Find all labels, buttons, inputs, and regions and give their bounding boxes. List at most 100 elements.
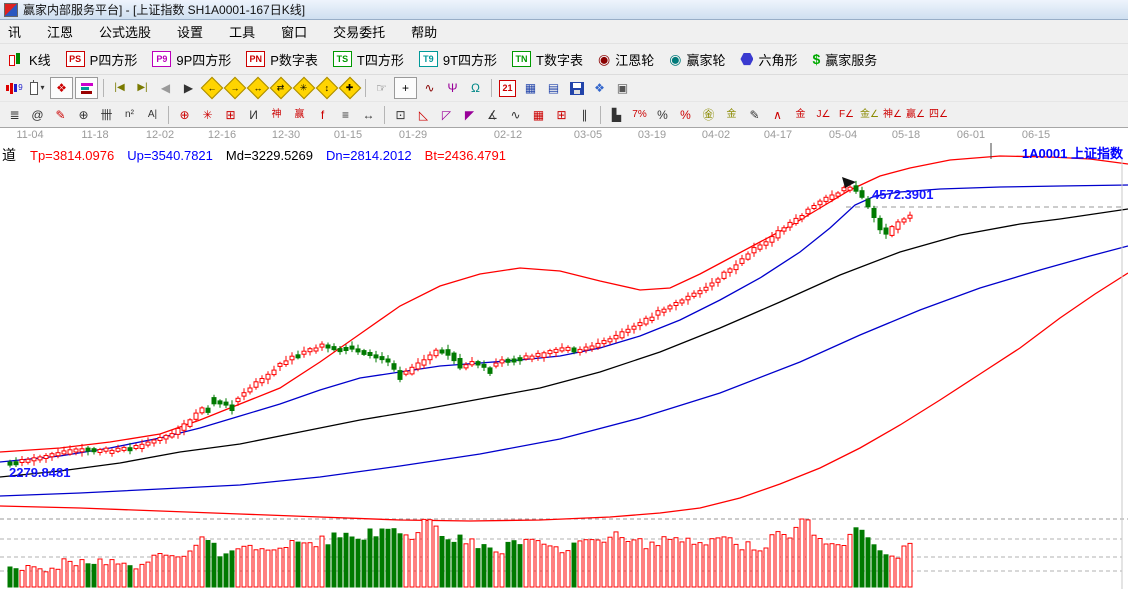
percent-line-icon[interactable]: 7% [629, 105, 650, 125]
flag-ruler-icon[interactable]: f [312, 105, 333, 125]
purple-tool-icon[interactable]: Ψ [442, 78, 463, 98]
angle-marks-icon[interactable]: И [243, 105, 264, 125]
winner-service-button[interactable]: $赢家服务 [812, 50, 877, 69]
compress-horizontal-icon[interactable]: ⇄ [270, 78, 291, 98]
hand-tool-icon[interactable]: ☞ [371, 78, 392, 98]
export-globe-icon[interactable]: ❖ [589, 78, 610, 98]
expand-vertical-icon[interactable]: ↕ [316, 78, 337, 98]
t-square-button[interactable]: TST四方形 [333, 50, 404, 69]
gold-red-icon[interactable]: 金 [790, 105, 811, 125]
indicator-values: 道Tp=3814.0976Up=3540.7821Md=3229.5269Dn=… [2, 145, 519, 165]
menu-item-2[interactable]: 公式选股 [97, 20, 153, 43]
gann-wheel-button[interactable]: ◉江恩轮 [598, 50, 654, 69]
t9-square-button[interactable]: T9 9T四方形 [419, 50, 497, 69]
n-squared-icon[interactable]: n² [119, 105, 140, 125]
toolbar-navigation: 9▾❖|◀▶|◀▶←→↔⇄✳↕✚☞+∿ΨΩ21▦▤❖▣ [0, 75, 1128, 102]
indicator-value-2: Md=3229.5269 [226, 148, 313, 163]
kline-button[interactable]: K线 [8, 50, 51, 69]
seek-first-icon[interactable]: |◀ [109, 78, 130, 98]
t9-square-button-label: 9T四方形 [443, 50, 497, 69]
axis-date-label: 01-29 [399, 129, 427, 141]
zigzag-icon[interactable]: ∿ [505, 105, 526, 125]
wave-levels-icon[interactable]: ∧ [767, 105, 788, 125]
menubar: 讯江恩公式选股设置工具窗口交易委托帮助 [0, 20, 1128, 44]
gold-circle-icon[interactable]: ㊎ [698, 105, 719, 125]
dial-ruler-icon[interactable]: ⊕ [73, 105, 94, 125]
menu-item-4[interactable]: 工具 [227, 20, 257, 43]
web-grid-icon[interactable]: ⊞ [220, 105, 241, 125]
ying-tool-icon[interactable]: 赢 [289, 105, 310, 125]
p-square-button[interactable]: PSP四方形 [66, 50, 138, 69]
shen-tool-icon[interactable]: 神 [266, 105, 287, 125]
angles-icon[interactable]: ∡ [482, 105, 503, 125]
candle-width-dropdown[interactable]: ▾ [27, 78, 48, 98]
shen-angle-icon[interactable]: 神∠ [882, 105, 903, 125]
si-angle-icon[interactable]: 四∠ [928, 105, 949, 125]
bars-9-icon[interactable]: 9 [4, 78, 25, 98]
menu-item-0[interactable]: 讯 [6, 20, 23, 43]
kline-chart[interactable] [0, 143, 1128, 589]
pan-right-icon[interactable]: → [224, 78, 245, 98]
gann-wheel-icon: ◉ [598, 52, 610, 66]
width-measure-icon[interactable]: ↔ [358, 105, 379, 125]
center-view-icon[interactable]: ✚ [339, 78, 360, 98]
ruler-icon[interactable]: ≣ [4, 105, 25, 125]
gann-circle-icon[interactable]: ⊕ [174, 105, 195, 125]
angle-line-tool-icon[interactable]: ∿ [419, 78, 440, 98]
p-number-table-button[interactable]: PNP数字表 [246, 50, 318, 69]
gold-levels-icon[interactable]: 金 [721, 105, 742, 125]
winner-wheel-button[interactable]: ◉赢家轮 [669, 50, 725, 69]
fan-box-fill-icon[interactable]: ◤ [459, 105, 480, 125]
menu-item-6[interactable]: 交易委托 [331, 20, 387, 43]
chart-area[interactable]: 道Tp=3814.0976Up=3540.7821Md=3229.5269Dn=… [0, 143, 1128, 589]
t9-square-button-badge-icon: T9 [419, 51, 438, 67]
winner-service-button-label: 赢家服务 [825, 50, 877, 69]
text-tool-icon[interactable]: A| [142, 105, 163, 125]
marker-pen-icon[interactable]: ✎ [50, 105, 71, 125]
compress-all-icon[interactable]: ✳ [293, 78, 314, 98]
gold-angle-icon[interactable]: 金∠ [859, 105, 880, 125]
j-angle-icon[interactable]: J∠ [813, 105, 834, 125]
expand-horizontal-icon[interactable]: ↔ [247, 78, 268, 98]
parallel-lines-icon[interactable]: ∥ [574, 105, 595, 125]
pattern-tool-icon[interactable]: ❖ [50, 77, 73, 99]
percent-icon[interactable]: % [652, 105, 673, 125]
menu-item-1[interactable]: 江恩 [45, 20, 75, 43]
t-number-table-button[interactable]: TNT数字表 [512, 50, 583, 69]
menu-item-3[interactable]: 设置 [175, 20, 205, 43]
crosshair-tool-icon[interactable]: + [394, 77, 417, 99]
ruler-123-icon[interactable]: ≡ [335, 105, 356, 125]
seek-last-icon[interactable]: ▶| [132, 78, 153, 98]
f-angle-icon[interactable]: F∠ [836, 105, 857, 125]
print-icon[interactable]: ▣ [612, 78, 633, 98]
ying-angle-icon[interactable]: 赢∠ [905, 105, 926, 125]
fan-box-icon[interactable]: ◸ [436, 105, 457, 125]
percent-levels-icon[interactable]: % [675, 105, 696, 125]
calculator-icon[interactable]: ▦ [520, 78, 541, 98]
p9-square-button[interactable]: P99P四方形 [152, 50, 231, 69]
pan-left-icon[interactable]: ← [201, 78, 222, 98]
notes-icon[interactable]: ▤ [543, 78, 564, 98]
save-disk-icon[interactable] [566, 78, 587, 98]
comb-icon[interactable]: 卌 [96, 105, 117, 125]
grid-box-icon[interactable]: ▦ [528, 105, 549, 125]
gann-fan-icon[interactable]: ◺ [413, 105, 434, 125]
calendar-icon[interactable]: 21 [497, 78, 518, 98]
column-chart-icon[interactable]: ▙ [606, 105, 627, 125]
web-star-icon[interactable]: ✳ [197, 105, 218, 125]
spiral-icon[interactable]: @ [27, 105, 48, 125]
select-box-icon[interactable]: ⊡ [390, 105, 411, 125]
brush-icon[interactable]: ✎ [744, 105, 765, 125]
p-square-button-label: P四方形 [90, 50, 138, 69]
histogram-tool-icon[interactable] [75, 77, 98, 99]
grid-axis-icon[interactable]: ⊞ [551, 105, 572, 125]
candles-icon [8, 52, 24, 67]
window-title: 赢家内部服务平台] - [上证指数 SH1A0001-167日K线] [23, 1, 305, 18]
teal-tool-icon[interactable]: Ω [465, 78, 486, 98]
hexagon-button[interactable]: 六角形 [740, 50, 797, 69]
menu-item-5[interactable]: 窗口 [279, 20, 309, 43]
winner-platform-window: 赢家内部服务平台] - [上证指数 SH1A0001-167日K线] 讯江恩公式… [0, 0, 1128, 589]
menu-item-7[interactable]: 帮助 [409, 20, 439, 43]
step-forward-icon[interactable]: ▶ [178, 78, 199, 98]
step-back-icon[interactable]: ◀ [155, 78, 176, 98]
